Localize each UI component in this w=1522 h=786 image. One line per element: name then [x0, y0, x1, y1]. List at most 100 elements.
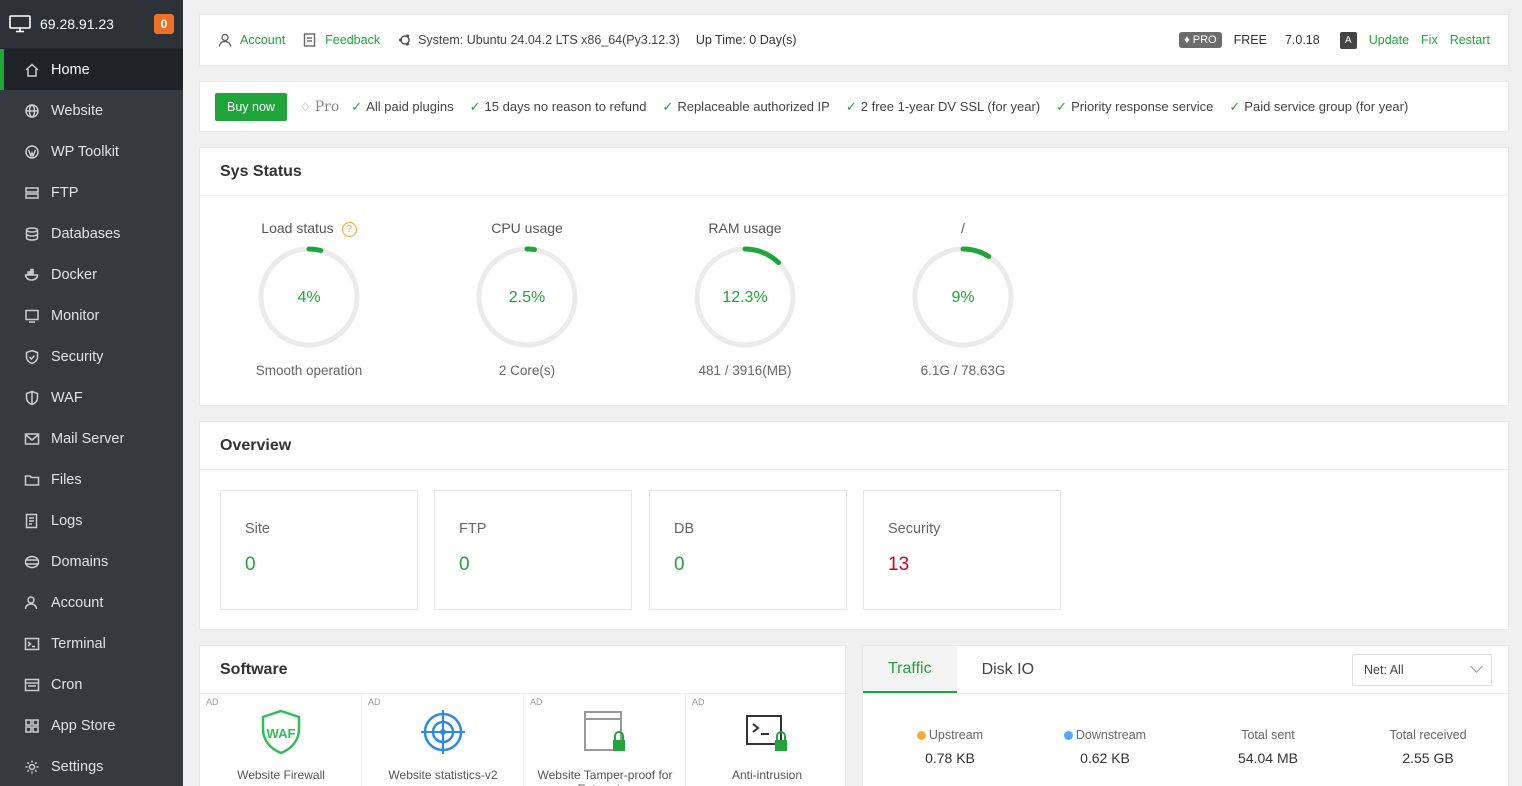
sidebar-item-home[interactable]: Home [0, 49, 183, 90]
sidebar-item-domains[interactable]: Domains [0, 541, 183, 582]
software-item[interactable]: AD WAF Website Firewall [200, 694, 362, 786]
target-icon [421, 710, 465, 754]
sidebar-item-databases[interactable]: Databases [0, 213, 183, 254]
help-icon[interactable]: ? [341, 222, 357, 237]
software-item[interactable]: AD Anti-intrusion [686, 694, 848, 786]
overview-db[interactable]: DB 0 [649, 490, 847, 610]
gauge-sub: 481 / 3916(MB) [698, 363, 792, 378]
sidebar-item-label: Databases [51, 225, 121, 242]
sidebar-item-app-store[interactable]: App Store [0, 705, 183, 746]
terminal-lock-icon [746, 715, 787, 751]
sidebar-item-settings[interactable]: Settings [0, 746, 183, 786]
sidebar-nav: Home Website WP Toolkit FTP Databases Docker M… [0, 49, 183, 786]
feature-item: ✓ All paid plugins [351, 99, 453, 115]
sidebar-item-label: Home [51, 61, 90, 78]
tamper-proof-icon [584, 711, 625, 751]
chevron-down-icon [1470, 660, 1483, 673]
diamond-icon: ♢ [299, 99, 311, 114]
ad-badge: AD [692, 697, 705, 707]
pro-badge[interactable]: ♦ PRO [1179, 32, 1222, 48]
feature-label: 15 days no reason to refund [484, 99, 647, 114]
mail-icon [23, 430, 41, 448]
fix-link[interactable]: Fix [1421, 33, 1438, 47]
check-icon: ✓ [1229, 98, 1241, 114]
tab-disk-io[interactable]: Disk IO [957, 646, 1059, 693]
tab-traffic[interactable]: Traffic [863, 646, 957, 693]
gauge-label-text: / [961, 220, 965, 236]
traffic-stat-label: Upstream [875, 728, 1025, 742]
sidebar-item-label: FTP [51, 184, 79, 201]
traffic-stat: Downstream 0.62 KB [1030, 728, 1180, 766]
check-icon: ✓ [662, 98, 674, 114]
traffic-stat-value: 2.55 GB [1402, 750, 1454, 766]
feature-label: Replaceable authorized IP [677, 99, 830, 114]
software-item[interactable]: AD Website statistics-v2 [362, 694, 524, 786]
traffic-tabs: Traffic Disk IO Net: All [863, 646, 1508, 694]
gear-icon [23, 758, 41, 776]
sidebar-item-label: Mail Server [51, 430, 125, 447]
sidebar-item-label: Settings [51, 758, 104, 775]
traffic-stat: Upstream 0.78 KB [875, 728, 1025, 766]
sidebar-item-website[interactable]: Website [0, 90, 183, 131]
gauge-label: / [898, 220, 1028, 236]
traffic-stat-value: 0.62 KB [1080, 750, 1130, 766]
feedback-icon [303, 33, 316, 47]
buy-now-button[interactable]: Buy now [215, 92, 287, 121]
software-item[interactable]: AD Website Tamper-proof for Enterprise [524, 694, 686, 786]
traffic-stat-label-text: Total received [1389, 728, 1467, 742]
software-title: Software [200, 646, 845, 694]
gauge-label-text: CPU usage [491, 220, 563, 236]
notification-badge[interactable]: 0 [154, 14, 174, 34]
wordpress-icon [23, 143, 41, 161]
sidebar-item-ftp[interactable]: FTP [0, 172, 183, 213]
monitor-icon [23, 307, 41, 325]
sidebar-item-label: Website [51, 102, 104, 119]
overview-value: 0 [674, 554, 685, 575]
update-link[interactable]: Update [1369, 33, 1409, 47]
plan-label: FREE [1233, 33, 1267, 47]
gauges: Load status? 4% Smooth operation CPU usage 2… [200, 196, 1508, 406]
sidebar-item-monitor[interactable]: Monitor [0, 295, 183, 336]
language-icon[interactable]: A [1339, 31, 1357, 49]
overview-security[interactable]: Security 13 [863, 490, 1061, 610]
software-name: Website Tamper-proof for Enterprise [537, 768, 673, 786]
gauge-label: CPU usage [462, 220, 592, 236]
server-info[interactable]: 69.28.91.23 0 [0, 0, 183, 49]
sidebar-item-label: Monitor [51, 307, 100, 324]
traffic-stat-label-text: Downstream [1075, 728, 1147, 742]
sidebar: 69.28.91.23 0 Home Website WP Toolkit FTP Da… [0, 0, 183, 786]
overview-ftp[interactable]: FTP 0 [434, 490, 632, 610]
overview-site[interactable]: Site 0 [220, 490, 418, 610]
gauge-label: Load status? [244, 220, 374, 237]
version-label: 7.0.18 [1284, 33, 1320, 47]
sidebar-item-account[interactable]: Account [0, 582, 183, 623]
home-icon [23, 61, 41, 79]
sidebar-item-security[interactable]: Security [0, 336, 183, 377]
sidebar-item-terminal[interactable]: Terminal [0, 623, 183, 664]
sidebar-item-mail-server[interactable]: Mail Server [0, 418, 183, 459]
sidebar-item-docker[interactable]: Docker [0, 254, 183, 295]
docker-icon [23, 266, 41, 284]
sidebar-item-cron[interactable]: Cron [0, 664, 183, 705]
shield-icon [23, 389, 41, 407]
software-card: Software AD WAF Website Firewall AD Website … [199, 645, 848, 786]
net-select[interactable]: Net: All [1352, 654, 1492, 686]
feedback-label: Feedback [325, 33, 381, 47]
sidebar-item-waf[interactable]: WAF [0, 377, 183, 418]
restart-link[interactable]: Restart [1450, 33, 1490, 47]
traffic-stat-label-text: Upstream [928, 728, 984, 742]
sidebar-item-wp-toolkit[interactable]: WP Toolkit [0, 131, 183, 172]
sidebar-item-logs[interactable]: Logs [0, 500, 183, 541]
feedback-link[interactable]: Feedback [303, 33, 380, 47]
gauge-value: 2.5% [508, 289, 546, 306]
ad-badge: AD [530, 697, 543, 707]
traffic-stat: Total sent 54.04 MB [1193, 728, 1343, 766]
account-link[interactable]: Account [218, 33, 285, 47]
sidebar-item-files[interactable]: Files [0, 459, 183, 500]
ftp-icon [23, 184, 41, 202]
sidebar-item-label: Cron [51, 676, 83, 693]
feature-label: All paid plugins [366, 99, 454, 114]
server-ip: 69.28.91.23 [40, 16, 114, 32]
ad-badge: AD [206, 697, 219, 707]
sys-status-title: Sys Status [200, 148, 1508, 196]
